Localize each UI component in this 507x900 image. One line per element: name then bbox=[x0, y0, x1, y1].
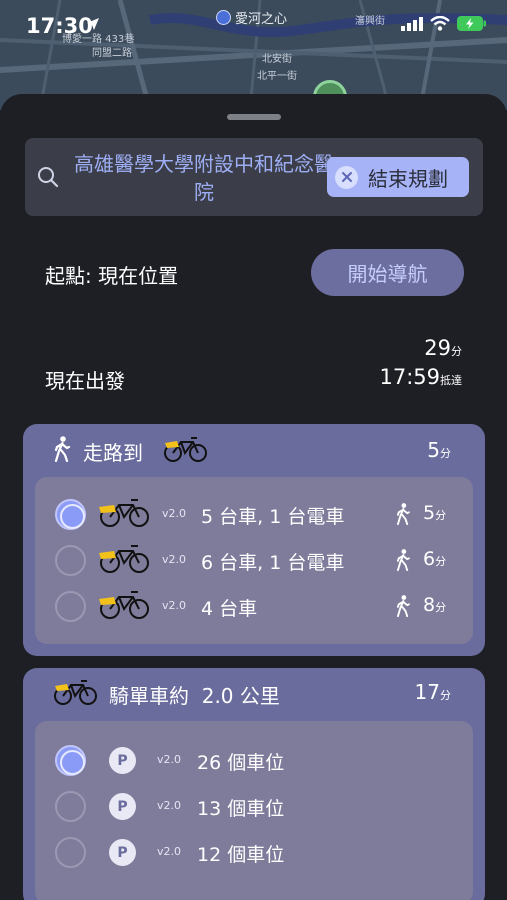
dock-option-3[interactable]: P v2.0 12 個車位 bbox=[35, 829, 473, 875]
dock-option-2[interactable]: P v2.0 13 個車位 bbox=[35, 783, 473, 829]
walk-card-duration-value: 5 bbox=[427, 438, 440, 462]
parking-icon: P bbox=[109, 793, 136, 820]
destination-text[interactable]: 高雄醫學大學附設中和紀念醫院 bbox=[69, 150, 339, 206]
bicycle-icon bbox=[99, 545, 149, 573]
walk-option-1[interactable]: v2.0 5 台車, 1 台電車 5分 bbox=[35, 491, 473, 537]
bicycle-icon bbox=[54, 680, 97, 705]
bicycle-icon bbox=[99, 499, 149, 527]
radio-button[interactable] bbox=[55, 545, 86, 576]
walk-options-list: v2.0 5 台車, 1 台電車 5分 v2.0 6 台車, 1 台電車 6分 … bbox=[35, 477, 473, 644]
total-duration-value: 29 bbox=[424, 336, 451, 360]
walk-duration-value: 8 bbox=[423, 594, 436, 616]
destination-search-box[interactable]: 高雄醫學大學附設中和紀念醫院 結束規劃 bbox=[25, 138, 483, 216]
arrival-time-value: 17:59 bbox=[379, 365, 440, 389]
map-label-road-4: 北平一街 bbox=[257, 71, 297, 82]
version-label: v2.0 bbox=[157, 799, 182, 812]
walk-duration: 8分 bbox=[423, 594, 446, 616]
bike-availability-text: 6 台車, 1 台電車 bbox=[201, 552, 345, 574]
walk-duration-unit: 分 bbox=[435, 509, 447, 522]
arrival-unit: 抵達 bbox=[440, 374, 462, 387]
bike-ride-card: 騎單車約 2.0 公里 17分 P v2.0 26 個車位 P v2.0 13 … bbox=[23, 668, 485, 900]
bicycle-icon bbox=[164, 437, 207, 462]
parking-icon: P bbox=[109, 747, 136, 774]
version-label: v2.0 bbox=[157, 753, 182, 766]
radio-button-selected[interactable] bbox=[55, 745, 86, 776]
walking-person-icon bbox=[396, 595, 410, 617]
walk-card-title: 走路到 bbox=[83, 441, 143, 465]
version-label: v2.0 bbox=[157, 845, 182, 858]
walk-duration-value: 6 bbox=[423, 548, 436, 570]
total-duration-unit: 分 bbox=[451, 345, 462, 358]
ride-card-header: 騎單車約 2.0 公里 17分 bbox=[23, 668, 485, 718]
walk-card-duration: 5分 bbox=[427, 438, 451, 462]
walk-duration-unit: 分 bbox=[435, 555, 447, 568]
dock-options-list: P v2.0 26 個車位 P v2.0 13 個車位 P v2.0 12 個車… bbox=[35, 721, 473, 900]
status-bar: 17:30 bbox=[0, 0, 507, 54]
version-label: v2.0 bbox=[162, 553, 187, 566]
walk-duration-value: 5 bbox=[423, 502, 436, 524]
walking-person-icon bbox=[396, 549, 410, 571]
wifi-icon bbox=[430, 16, 450, 31]
route-sheet: 高雄醫學大學附設中和紀念醫院 結束規劃 起點: 現在位置 開始導航 現在出發 2… bbox=[0, 94, 507, 900]
location-arrow-icon bbox=[87, 18, 99, 30]
dock-availability-text: 26 個車位 bbox=[197, 752, 285, 774]
radio-button[interactable] bbox=[55, 837, 86, 868]
origin-label: 起點: 現在位置 bbox=[45, 264, 179, 288]
walk-duration: 5分 bbox=[423, 502, 446, 524]
walk-card-duration-unit: 分 bbox=[440, 447, 451, 460]
walk-duration: 6分 bbox=[423, 548, 446, 570]
radio-button-selected[interactable] bbox=[55, 499, 86, 530]
radio-button[interactable] bbox=[55, 591, 86, 622]
battery-charging-icon bbox=[457, 16, 486, 31]
version-label: v2.0 bbox=[162, 599, 187, 612]
arrival-time: 17:59抵達 bbox=[379, 365, 462, 389]
dock-availability-text: 13 個車位 bbox=[197, 798, 285, 820]
version-label: v2.0 bbox=[162, 507, 187, 520]
ride-card-duration-value: 17 bbox=[414, 680, 440, 704]
walk-option-3[interactable]: v2.0 4 台車 8分 bbox=[35, 583, 473, 629]
end-planning-label: 結束規劃 bbox=[368, 166, 448, 191]
walk-to-bike-card: 走路到 5分 v2.0 5 台車, 1 台電車 5分 v2.0 6 台車, 1 … bbox=[23, 424, 485, 656]
bicycle-icon bbox=[99, 591, 149, 619]
close-icon bbox=[335, 165, 358, 189]
bike-availability-text: 4 台車 bbox=[201, 598, 258, 620]
walking-person-icon bbox=[396, 503, 410, 525]
ride-card-duration: 17分 bbox=[415, 680, 451, 704]
sheet-grabber[interactable] bbox=[227, 114, 281, 120]
ride-card-duration-unit: 分 bbox=[440, 689, 451, 702]
walk-option-2[interactable]: v2.0 6 台車, 1 台電車 6分 bbox=[35, 537, 473, 583]
walk-card-header: 走路到 5分 bbox=[23, 424, 485, 474]
dock-option-1[interactable]: P v2.0 26 個車位 bbox=[35, 737, 473, 783]
walk-duration-unit: 分 bbox=[435, 601, 447, 614]
bike-availability-text: 5 台車, 1 台電車 bbox=[201, 506, 345, 528]
cellular-signal-icon bbox=[401, 16, 423, 31]
walking-person-icon bbox=[54, 436, 71, 462]
radio-button[interactable] bbox=[55, 791, 86, 822]
total-duration: 29分 bbox=[424, 336, 462, 360]
end-planning-button[interactable]: 結束規劃 bbox=[327, 157, 469, 197]
dock-availability-text: 12 個車位 bbox=[197, 844, 285, 866]
depart-now-label: 現在出發 bbox=[45, 369, 125, 393]
start-navigation-button[interactable]: 開始導航 bbox=[311, 249, 464, 296]
parking-icon: P bbox=[109, 839, 136, 866]
status-time: 17:30 bbox=[26, 14, 93, 38]
ride-card-title: 騎單車約 2.0 公里 bbox=[109, 684, 280, 708]
status-icons bbox=[401, 16, 487, 31]
search-icon bbox=[38, 167, 59, 188]
